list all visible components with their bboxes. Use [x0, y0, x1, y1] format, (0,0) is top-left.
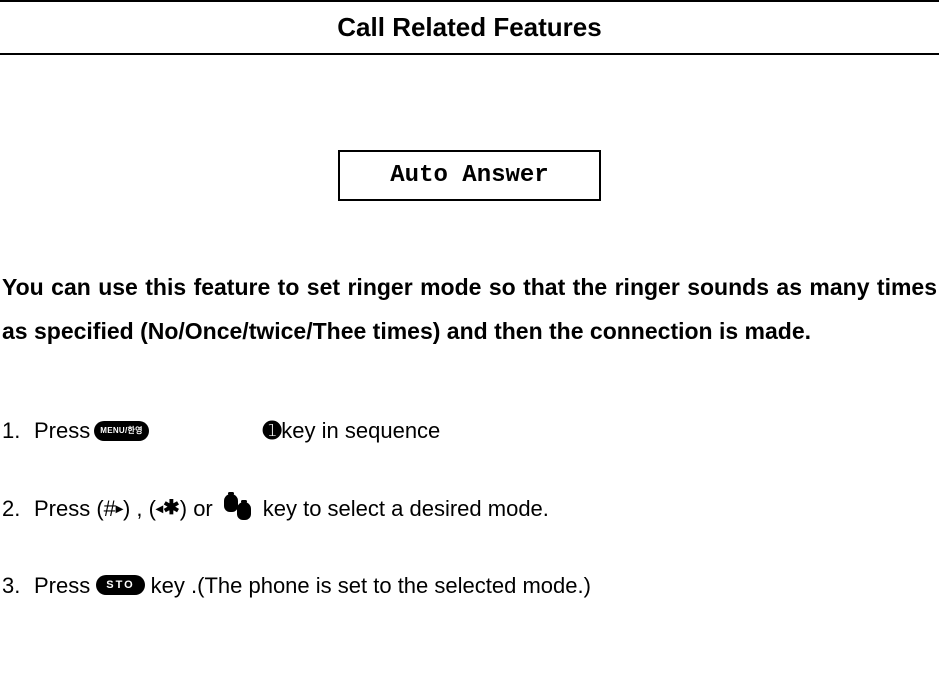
step-content: Press MENU/한영 ➊ key in sequence — [34, 413, 440, 448]
step-text: ) or — [180, 491, 213, 526]
step-number: 1. — [2, 413, 34, 448]
steps-list: 1. Press MENU/한영 ➊ key in sequence 2. Pr… — [0, 413, 939, 603]
step-text: Press — [34, 568, 90, 603]
arrow-right-icon: ▸ — [116, 497, 123, 519]
step-1: 1. Press MENU/한영 ➊ key in sequence — [2, 413, 937, 448]
step-3: 3. Press STO key .(The phone is set to t… — [2, 568, 937, 603]
header-bar: Call Related Features — [0, 0, 939, 55]
step-content: Press (# ▸ ) , ( ◂ ✱ ) or key to select … — [34, 491, 549, 526]
page-title: Call Related Features — [0, 12, 939, 43]
step-text: Press — [34, 413, 90, 448]
step-text: key to select a desired mode. — [263, 491, 549, 526]
star-icon: ✱ — [163, 492, 180, 524]
step-text: ) , ( — [123, 491, 156, 526]
step-number: 2. — [2, 491, 34, 526]
feature-box-container: Auto Answer — [0, 150, 939, 201]
step-text: key in sequence — [281, 413, 440, 448]
sto-key-icon: STO — [96, 575, 144, 595]
menu-key-icon: MENU/한영 — [94, 421, 149, 441]
circled-one-icon: ➊ — [263, 413, 281, 448]
step-2: 2. Press (# ▸ ) , ( ◂ ✱ ) or key to sele… — [2, 491, 937, 526]
step-content: Press STO key .(The phone is set to the … — [34, 568, 591, 603]
arrow-left-icon: ◂ — [156, 497, 163, 519]
phone-icon — [221, 494, 255, 522]
step-number: 3. — [2, 568, 34, 603]
feature-description: You can use this feature to set ringer m… — [0, 266, 939, 353]
feature-box: Auto Answer — [338, 150, 600, 201]
step-text: Press (# — [34, 491, 116, 526]
step-text: key .(The phone is set to the selected m… — [151, 568, 591, 603]
